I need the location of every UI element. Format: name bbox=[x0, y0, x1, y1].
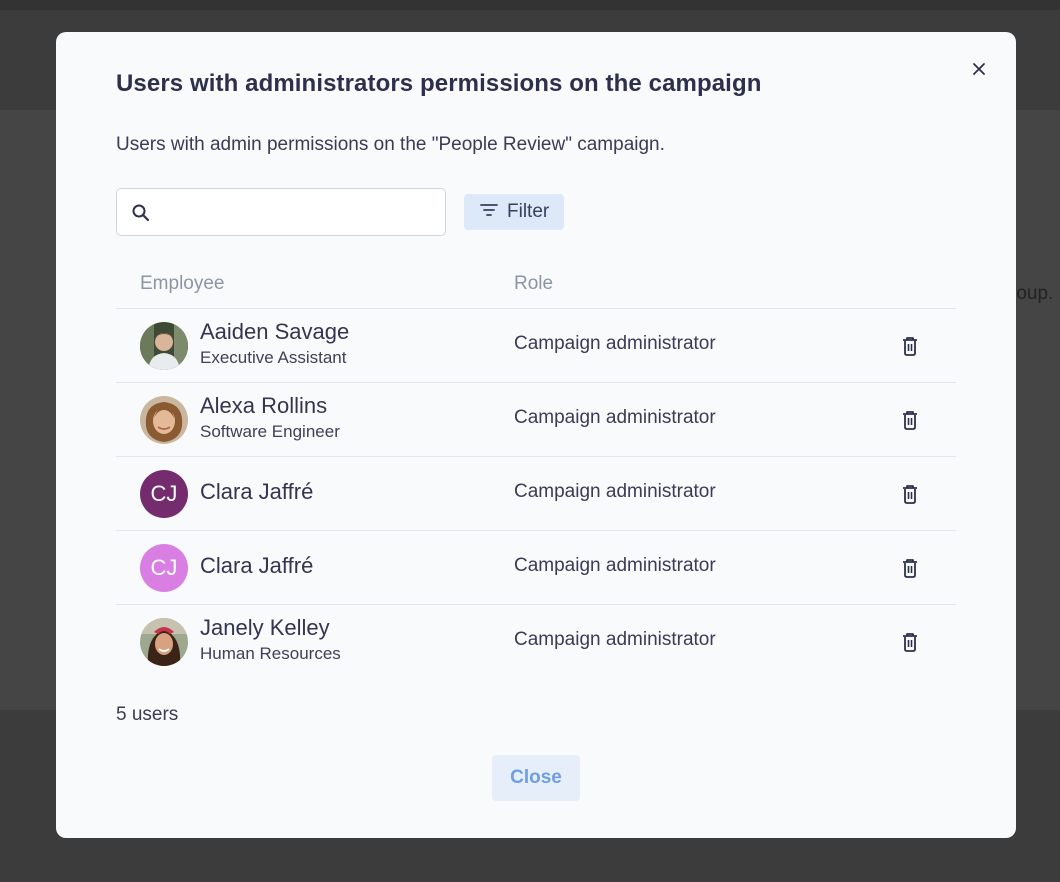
delete-icon[interactable] bbox=[900, 631, 920, 653]
employee-info: Janely Kelley Human Resources bbox=[200, 615, 341, 664]
avatar bbox=[140, 322, 188, 370]
employee-job: Executive Assistant bbox=[200, 348, 347, 367]
delete-icon[interactable] bbox=[900, 409, 920, 431]
background-text: roup. bbox=[1010, 283, 1054, 304]
employee-name: Aaiden Savage bbox=[200, 319, 350, 344]
employee-name: Clara Jaffré bbox=[200, 553, 314, 578]
user-count: 5 users bbox=[116, 704, 179, 725]
dialog-title: Users with administrators permissions on… bbox=[116, 70, 762, 97]
filter-icon bbox=[480, 201, 498, 223]
table-row: Aaiden Savage Executive Assistant Campai… bbox=[116, 309, 956, 383]
employee-role: Campaign administrator bbox=[514, 407, 716, 428]
close-button[interactable]: Close bbox=[492, 755, 580, 801]
search-box bbox=[116, 188, 446, 236]
avatar-initials: CJ bbox=[150, 481, 178, 506]
close-icon[interactable] bbox=[968, 58, 990, 80]
employee-info: Clara Jaffré bbox=[200, 479, 313, 505]
filter-button[interactable]: Filter bbox=[464, 194, 564, 230]
dialog-subtitle: Users with admin permissions on the "Peo… bbox=[116, 134, 665, 155]
table-row: CJ Clara Jaffré Campaign administrator bbox=[116, 531, 956, 605]
table-header: Employee Role bbox=[116, 256, 956, 309]
admin-users-dialog: Users with administrators permissions on… bbox=[56, 32, 1016, 838]
employee-info: Alexa Rollins Software Engineer bbox=[200, 393, 340, 442]
delete-icon[interactable] bbox=[900, 335, 920, 357]
users-table: Employee Role Aaiden Savage Executive As… bbox=[116, 256, 956, 679]
table-row: CJ Clara Jaffré Campaign administrator bbox=[116, 457, 956, 531]
search-icon bbox=[131, 203, 151, 228]
table-row: Janely Kelley Human Resources Campaign a… bbox=[116, 605, 956, 679]
avatar bbox=[140, 618, 188, 666]
employee-job: Software Engineer bbox=[200, 422, 340, 441]
employee-info: Aaiden Savage Executive Assistant bbox=[200, 319, 349, 368]
employee-role: Campaign administrator bbox=[514, 481, 716, 502]
avatar: CJ bbox=[140, 544, 188, 592]
filter-label: Filter bbox=[507, 201, 550, 222]
column-header-employee: Employee bbox=[140, 273, 225, 294]
delete-icon[interactable] bbox=[900, 557, 920, 579]
employee-role: Campaign administrator bbox=[514, 333, 716, 354]
employee-name: Janely Kelley bbox=[200, 615, 330, 640]
column-header-role: Role bbox=[514, 273, 554, 294]
delete-icon[interactable] bbox=[900, 483, 920, 505]
employee-name: Clara Jaffré bbox=[200, 479, 314, 504]
avatar-initials: CJ bbox=[150, 555, 178, 580]
employee-role: Campaign administrator bbox=[514, 555, 716, 576]
employee-info: Clara Jaffré bbox=[200, 553, 313, 579]
employee-name: Alexa Rollins bbox=[200, 393, 328, 418]
search-input[interactable] bbox=[161, 197, 437, 227]
avatar: CJ bbox=[140, 470, 188, 518]
background-header bbox=[0, 0, 1060, 10]
table-row: Alexa Rollins Software Engineer Campaign… bbox=[116, 383, 956, 457]
avatar bbox=[140, 396, 188, 444]
employee-role: Campaign administrator bbox=[514, 629, 716, 650]
employee-job: Human Resources bbox=[200, 644, 341, 663]
